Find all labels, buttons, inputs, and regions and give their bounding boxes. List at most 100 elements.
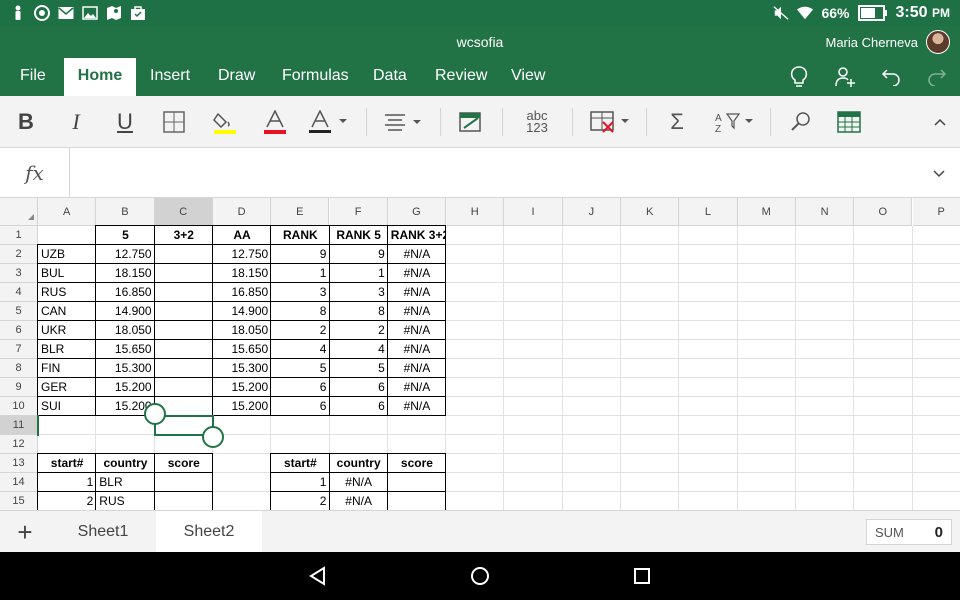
cell-a15[interactable]: 2 xyxy=(38,492,96,510)
column-header-a[interactable]: A xyxy=(38,198,97,226)
column-header-o[interactable]: O xyxy=(854,198,913,226)
cell-f7[interactable]: 4 xyxy=(330,340,388,359)
cell-b7[interactable]: 15.650 xyxy=(96,340,154,359)
home-icon[interactable] xyxy=(468,564,492,588)
cell-b5[interactable]: 14.900 xyxy=(96,302,154,321)
cell-b13[interactable]: country xyxy=(96,454,154,473)
cell-e1[interactable]: RANK xyxy=(271,226,329,245)
cell-a4[interactable]: RUS xyxy=(38,283,96,302)
cell-b15[interactable]: RUS xyxy=(96,492,154,510)
column-header-i[interactable]: I xyxy=(504,198,563,226)
row-header-8[interactable]: 8 xyxy=(0,359,38,378)
cell-g8[interactable]: #N/A xyxy=(388,359,446,378)
cell-e13[interactable]: start# xyxy=(271,454,329,473)
back-icon[interactable] xyxy=(306,564,330,588)
cell-b4[interactable]: 16.850 xyxy=(96,283,154,302)
cell-e10[interactable]: 6 xyxy=(271,397,329,416)
column-header-k[interactable]: K xyxy=(621,198,680,226)
cell-g1[interactable]: RANK 3+2 xyxy=(388,226,446,245)
row-header-11[interactable]: 11 xyxy=(0,416,38,435)
row-header-3[interactable]: 3 xyxy=(0,264,38,283)
italic-button[interactable]: I xyxy=(62,106,90,138)
cell-a2[interactable]: UZB xyxy=(38,245,96,264)
cell-f10[interactable]: 6 xyxy=(330,397,388,416)
cell-g2[interactable]: #N/A xyxy=(388,245,446,264)
cell-e15[interactable]: 2 xyxy=(271,492,329,510)
cell-b3[interactable]: 18.150 xyxy=(96,264,154,283)
cell-a5[interactable]: CAN xyxy=(38,302,96,321)
cell-e2[interactable]: 9 xyxy=(271,245,329,264)
cell-f2[interactable]: 9 xyxy=(330,245,388,264)
tab-insert[interactable]: Insert xyxy=(150,58,190,96)
cell-d1[interactable]: AA xyxy=(213,226,271,245)
cell-d8[interactable]: 15.300 xyxy=(213,359,271,378)
cell-a9[interactable]: GER xyxy=(38,378,96,397)
cell-e14[interactable]: 1 xyxy=(271,473,329,492)
cell-b9[interactable]: 15.200 xyxy=(96,378,154,397)
cell-d7[interactable]: 15.650 xyxy=(213,340,271,359)
cell-e5[interactable]: 8 xyxy=(271,302,329,321)
row-header-9[interactable]: 9 xyxy=(0,378,38,397)
borders-button[interactable] xyxy=(160,106,188,138)
column-header-n[interactable]: N xyxy=(795,198,855,226)
row-header-12[interactable]: 12 xyxy=(0,435,38,454)
row-header-13[interactable]: 13 xyxy=(0,454,38,473)
cell-a8[interactable]: FIN xyxy=(38,359,96,378)
cell-f13[interactable]: country xyxy=(330,454,388,473)
cell-f3[interactable]: 1 xyxy=(330,264,388,283)
add-sheet-button[interactable]: + xyxy=(0,511,50,553)
sheet-tab-sheet2[interactable]: Sheet2 xyxy=(156,511,262,553)
tab-draw[interactable]: Draw xyxy=(218,58,255,96)
tab-home[interactable]: Home xyxy=(64,58,136,96)
chevron-down-icon[interactable] xyxy=(932,166,946,184)
cell-f5[interactable]: 8 xyxy=(330,302,388,321)
status-sum[interactable]: SUM 0 xyxy=(866,519,952,545)
row-header-15[interactable]: 15 xyxy=(0,492,38,510)
user-account[interactable]: Maria Cherneva xyxy=(826,30,950,54)
spreadsheet-grid[interactable]: A B C D E F G H I J K L M N O P 1 5 3+2 AA RANK RANK 5 RANK 3+… xyxy=(0,198,960,510)
font-color-button[interactable] xyxy=(260,106,290,138)
row-header-1[interactable]: 1 xyxy=(0,226,38,245)
tab-file[interactable]: File xyxy=(20,58,46,96)
cell-g6[interactable]: #N/A xyxy=(388,321,446,340)
redo-icon[interactable] xyxy=(914,58,960,96)
cell-a14[interactable]: 1 xyxy=(38,473,96,492)
tab-data[interactable]: Data xyxy=(373,58,407,96)
bold-button[interactable]: B xyxy=(12,106,40,138)
cell-d6[interactable]: 18.050 xyxy=(213,321,271,340)
sheet-tab-sheet1[interactable]: Sheet1 xyxy=(50,511,156,553)
cell-e4[interactable]: 3 xyxy=(271,283,329,302)
cell-g5[interactable]: #N/A xyxy=(388,302,446,321)
cell-a6[interactable]: UKR xyxy=(38,321,96,340)
cell-f6[interactable]: 2 xyxy=(330,321,388,340)
cell-f9[interactable]: 6 xyxy=(330,378,388,397)
column-header-b[interactable]: B xyxy=(96,198,155,226)
cell-e6[interactable]: 2 xyxy=(271,321,329,340)
select-all-corner[interactable] xyxy=(0,198,38,226)
cell-d2[interactable]: 12.750 xyxy=(213,245,271,264)
column-header-j[interactable]: J xyxy=(562,198,621,226)
row-header-4[interactable]: 4 xyxy=(0,283,38,302)
tab-review[interactable]: Review xyxy=(435,58,487,96)
cell-f15[interactable]: #N/A xyxy=(330,492,388,510)
cell-f14[interactable]: #N/A xyxy=(330,473,388,492)
column-header-h[interactable]: H xyxy=(446,198,505,226)
column-header-p[interactable]: P xyxy=(912,198,960,226)
cell-g13[interactable]: score xyxy=(388,454,446,473)
cell-a10[interactable]: SUI xyxy=(38,397,96,416)
cell-d10[interactable]: 15.200 xyxy=(213,397,271,416)
row-header-6[interactable]: 6 xyxy=(0,321,38,340)
table-format-icon[interactable] xyxy=(834,106,864,138)
cell-f8[interactable]: 5 xyxy=(330,359,388,378)
row-header-14[interactable]: 14 xyxy=(0,473,38,492)
active-cell-a11[interactable] xyxy=(37,415,40,436)
cell-c1[interactable]: 3+2 xyxy=(155,226,213,245)
column-header-l[interactable]: L xyxy=(679,198,738,226)
row-header-10[interactable]: 10 xyxy=(0,397,38,416)
cell-g4[interactable]: #N/A xyxy=(388,283,446,302)
cell-f1[interactable]: RANK 5 xyxy=(330,226,388,245)
sort-filter-button[interactable]: AZ xyxy=(712,106,756,138)
column-header-e[interactable]: E xyxy=(271,198,330,226)
selection-handle-end[interactable] xyxy=(201,426,224,448)
avatar[interactable] xyxy=(926,30,950,54)
